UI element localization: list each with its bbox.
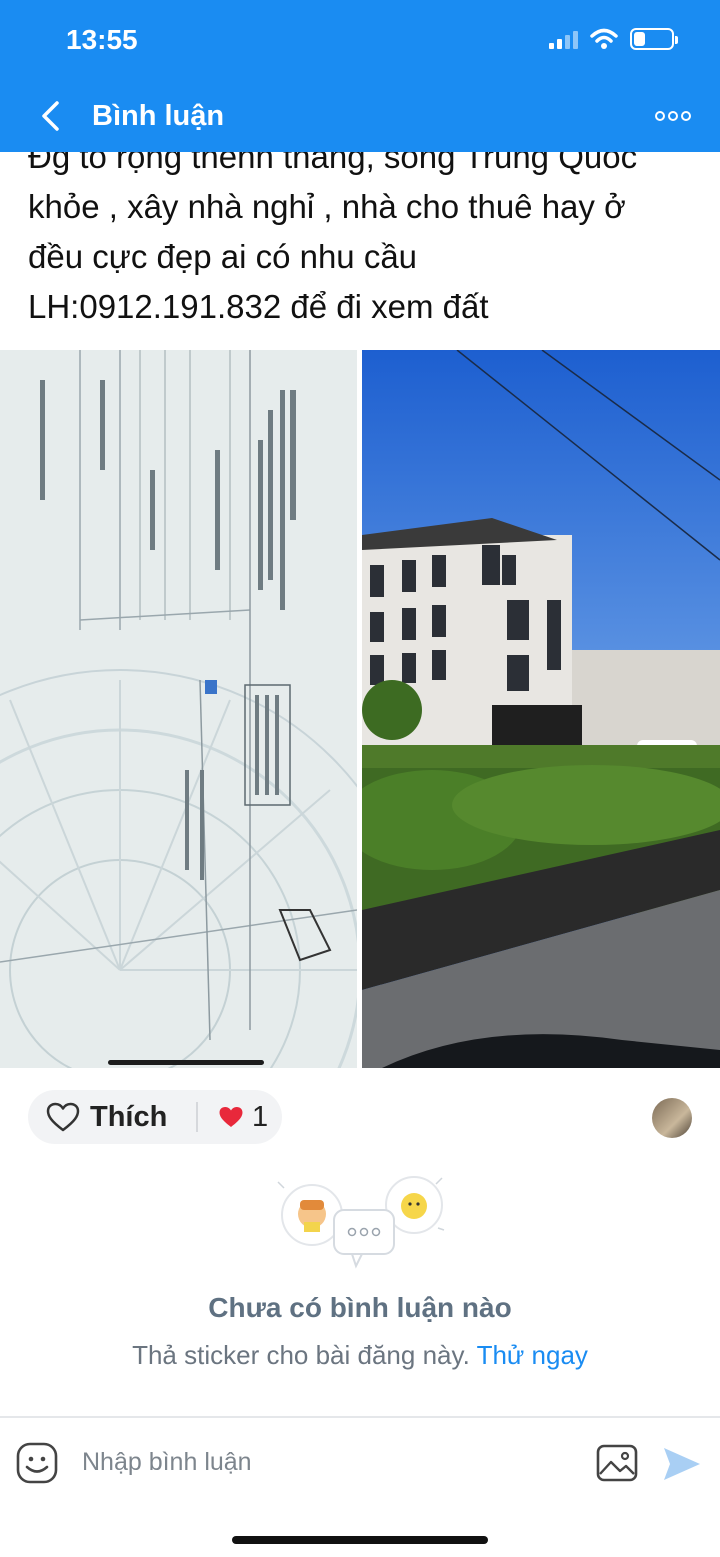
heart-outline-icon — [46, 1102, 80, 1132]
back-button[interactable] — [30, 94, 70, 138]
document-image — [0, 350, 357, 1068]
more-dot-icon — [655, 111, 665, 121]
like-button[interactable]: Thích — [46, 1098, 167, 1136]
status-bar: 13:55 — [0, 0, 720, 80]
wifi-icon — [590, 28, 618, 49]
post-text-line: đều cực đẹp ai có nhu cầu — [28, 238, 418, 275]
more-options-button[interactable] — [652, 102, 694, 130]
comment-input[interactable] — [82, 1440, 562, 1484]
sticker-icon[interactable] — [16, 1442, 58, 1484]
comment-composer — [0, 1416, 720, 1506]
image-icon[interactable] — [596, 1444, 638, 1482]
post-text: Đg to rộng thênh thang, sông Trung Quốc … — [28, 152, 708, 332]
post-text-line: LH:0912.191.832 để đi xem đất — [28, 288, 489, 325]
home-indicator — [232, 1536, 488, 1544]
battery-icon — [630, 28, 678, 50]
try-now-link[interactable]: Thử ngay — [477, 1340, 588, 1370]
post-text-line: Đg to rộng thênh thang, sông Trung Quốc — [28, 152, 638, 175]
post-text-container: Đg to rộng thênh thang, sông Trung Quốc … — [0, 152, 720, 348]
empty-state-text: Thả sticker cho bài đăng này. — [132, 1340, 470, 1370]
empty-state-title: Chưa có bình luận nào — [208, 1292, 512, 1323]
chevron-left-icon — [42, 101, 59, 131]
image-indicator — [108, 1060, 264, 1065]
street-photo[interactable] — [362, 350, 720, 1068]
like-label: Thích — [90, 1100, 168, 1133]
divider — [196, 1102, 198, 1132]
reaction-summary[interactable]: 1 — [218, 1098, 268, 1136]
status-icons — [549, 28, 678, 50]
page-title: Bình luận — [92, 100, 225, 132]
post-photos — [0, 350, 720, 1068]
header: Bình luận — [0, 80, 720, 152]
like-reaction-pill: Thích 1 — [28, 1090, 282, 1144]
heart-filled-icon — [219, 1107, 243, 1127]
street-image — [362, 350, 720, 1068]
post-actions: Thích 1 — [0, 1088, 720, 1148]
signal-icon — [549, 29, 578, 49]
reaction-count: 1 — [252, 1100, 269, 1133]
status-time: 13:55 — [66, 24, 138, 55]
post-text-line: khỏe , xây nhà nghỉ , nhà cho thuê hay ở — [28, 188, 626, 225]
empty-state-subtitle: Thả sticker cho bài đăng này. Thử ngay — [0, 1340, 720, 1371]
avatar[interactable] — [652, 1098, 692, 1138]
empty-comments-illustration — [277, 1176, 445, 1269]
land-certificate-photo[interactable] — [0, 350, 357, 1068]
send-icon[interactable] — [662, 1446, 702, 1482]
